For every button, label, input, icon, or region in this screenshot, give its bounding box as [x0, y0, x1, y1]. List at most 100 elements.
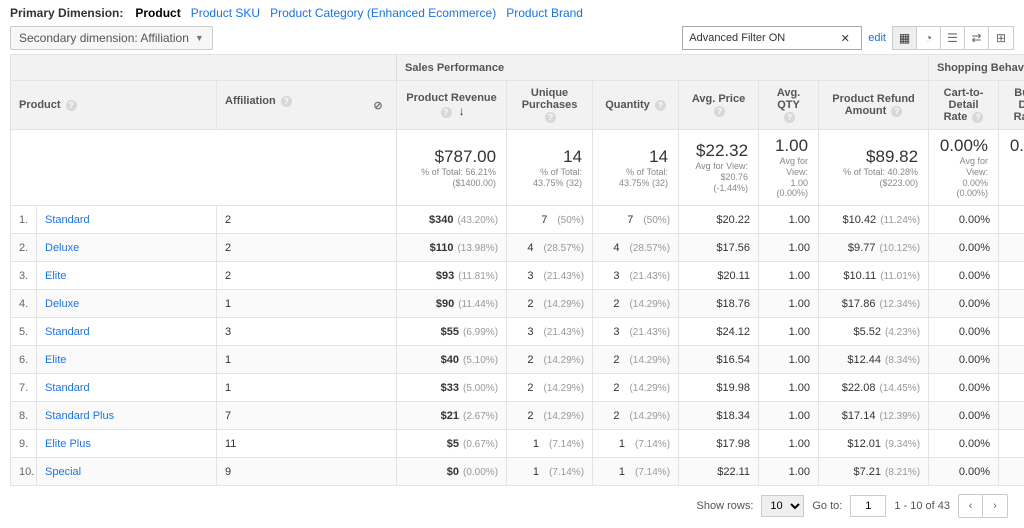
product-cell: Deluxe — [37, 290, 217, 318]
performance-view-icon[interactable]: ☰ — [941, 27, 965, 49]
revenue-cell: $40(5.10%) — [397, 346, 507, 374]
avgprice-cell: $20.11 — [679, 262, 759, 290]
revenue-cell: $21(2.67%) — [397, 402, 507, 430]
product-link[interactable]: Elite — [45, 354, 66, 366]
avgqty-cell: 1.00 — [759, 402, 819, 430]
quantity-cell: 3(21.43%) — [593, 262, 679, 290]
avgqty-cell: 1.00 — [759, 262, 819, 290]
pie-view-icon[interactable]: ◔ — [917, 27, 941, 49]
product-link[interactable]: Elite — [45, 270, 66, 282]
quantity-cell: 2(14.29%) — [593, 374, 679, 402]
row-index: 7. — [11, 374, 37, 402]
row-index: 8. — [11, 402, 37, 430]
avgprice-cell: $18.34 — [679, 402, 759, 430]
advanced-filter-box[interactable]: Advanced Filter ON ✕ — [682, 26, 862, 50]
ctd-cell: 0.00% — [929, 290, 999, 318]
goto-input[interactable] — [850, 495, 886, 517]
ctd-cell: 0.00% — [929, 234, 999, 262]
help-icon[interactable]: ? — [281, 96, 292, 107]
group-shopping-behavior: Shopping Behavior — [929, 55, 1024, 81]
avgqty-cell: 1.00 — [759, 290, 819, 318]
help-icon[interactable]: ? — [972, 112, 983, 123]
revenue-cell: $110(13.98%) — [397, 234, 507, 262]
refund-cell: $12.44(8.34%) — [819, 346, 929, 374]
dimension-tab-product-brand[interactable]: Product Brand — [506, 6, 583, 20]
revenue-cell: $0(0.00%) — [397, 458, 507, 486]
table-row: 6.Elite1$40(5.10%)2(14.29%)2(14.29%)$16.… — [11, 346, 1024, 374]
col-affiliation[interactable]: Affiliation ? ⊘ — [217, 81, 397, 130]
col-cart-to-detail[interactable]: Cart-to-Detail Rate ? — [929, 81, 999, 130]
row-index: 9. — [11, 430, 37, 458]
col-avg-price[interactable]: Avg. Price ? — [679, 81, 759, 130]
revenue-cell: $5(0.67%) — [397, 430, 507, 458]
product-cell: Elite Plus — [37, 430, 217, 458]
pivot-view-icon[interactable]: ⊞ — [989, 27, 1013, 49]
close-icon[interactable]: ✕ — [835, 28, 855, 48]
dimension-tab-product-sku[interactable]: Product SKU — [191, 6, 260, 20]
prev-page-button[interactable]: ‹ — [959, 495, 983, 517]
product-cell: Standard Plus — [37, 402, 217, 430]
affiliation-cell: 2 — [217, 206, 397, 234]
product-cell: Standard — [37, 318, 217, 346]
avgqty-cell: 1.00 — [759, 318, 819, 346]
quantity-cell: 2(14.29%) — [593, 290, 679, 318]
quantity-cell: 4(28.57%) — [593, 234, 679, 262]
product-cell: Special — [37, 458, 217, 486]
help-icon[interactable]: ? — [891, 106, 902, 117]
help-icon[interactable]: ? — [655, 100, 666, 111]
product-link[interactable]: Deluxe — [45, 242, 79, 254]
product-link[interactable]: Elite Plus — [45, 438, 91, 450]
col-revenue[interactable]: Product Revenue ? ↓ — [397, 81, 507, 130]
table-row: 5.Standard3$55(6.99%)3(21.43%)3(21.43%)$… — [11, 318, 1024, 346]
unique-cell: 4(28.57%) — [507, 234, 593, 262]
remove-dimension-icon[interactable]: ⊘ — [368, 95, 388, 115]
product-link[interactable]: Special — [45, 466, 81, 478]
quantity-cell: 7(50%) — [593, 206, 679, 234]
row-index: 3. — [11, 262, 37, 290]
unique-cell: 7(50%) — [507, 206, 593, 234]
secondary-dimension-dropdown[interactable]: Secondary dimension: Affiliation ▼ — [10, 26, 213, 50]
ctd-cell: 0.00% — [929, 206, 999, 234]
refund-cell: $10.42(11.24%) — [819, 206, 929, 234]
col-unique-purchases[interactable]: Unique Purchases? — [507, 81, 593, 130]
help-icon[interactable]: ? — [441, 107, 452, 118]
affiliation-cell: 2 — [217, 262, 397, 290]
product-link[interactable]: Deluxe — [45, 298, 79, 310]
unique-cell: 2(14.29%) — [507, 346, 593, 374]
dimension-tab-product-category-enhanced-ecommerce-[interactable]: Product Category (Enhanced Ecommerce) — [270, 6, 496, 20]
refund-cell: $5.52(4.23%) — [819, 318, 929, 346]
chevron-down-icon: ▼ — [195, 33, 204, 43]
help-icon[interactable]: ? — [714, 106, 725, 117]
dimension-tab-product[interactable]: Product — [135, 6, 180, 20]
product-link[interactable]: Standard — [45, 214, 90, 226]
table-view-icon[interactable]: ▦ — [893, 27, 917, 49]
comparison-view-icon[interactable]: ⇄ — [965, 27, 989, 49]
btd-cell: 0.00% — [999, 206, 1024, 234]
col-buy-to-detail[interactable]: Buy-to-Detail Rate ? — [999, 81, 1024, 130]
ctd-cell: 0.00% — [929, 458, 999, 486]
table-row: 8.Standard Plus7$21(2.67%)2(14.29%)2(14.… — [11, 402, 1024, 430]
unique-cell: 2(14.29%) — [507, 290, 593, 318]
help-icon[interactable]: ? — [545, 112, 556, 123]
goto-label: Go to: — [812, 500, 842, 512]
unique-cell: 1(7.14%) — [507, 458, 593, 486]
help-icon[interactable]: ? — [784, 112, 795, 123]
product-link[interactable]: Standard Plus — [45, 410, 114, 422]
table-row: 4.Deluxe1$90(11.44%)2(14.29%)2(14.29%)$1… — [11, 290, 1024, 318]
col-refund[interactable]: Product Refund Amount ? — [819, 81, 929, 130]
btd-cell: 0.00% — [999, 458, 1024, 486]
table-row: 1.Standard2$340(43.20%)7(50%)7(50%)$20.2… — [11, 206, 1024, 234]
view-mode-group: ▦ ◔ ☰ ⇄ ⊞ — [892, 26, 1014, 50]
col-quantity[interactable]: Quantity ? — [593, 81, 679, 130]
help-icon[interactable]: ? — [66, 100, 77, 111]
product-link[interactable]: Standard — [45, 382, 90, 394]
product-link[interactable]: Standard — [45, 326, 90, 338]
col-product[interactable]: Product ? — [11, 81, 217, 130]
sort-desc-icon[interactable]: ↓ — [459, 104, 465, 118]
col-avg-qty[interactable]: Avg. QTY? — [759, 81, 819, 130]
unique-cell: 1(7.14%) — [507, 430, 593, 458]
show-rows-select[interactable]: 10 — [761, 495, 804, 517]
ctd-cell: 0.00% — [929, 430, 999, 458]
edit-filter-link[interactable]: edit — [868, 32, 886, 44]
next-page-button[interactable]: › — [983, 495, 1007, 517]
